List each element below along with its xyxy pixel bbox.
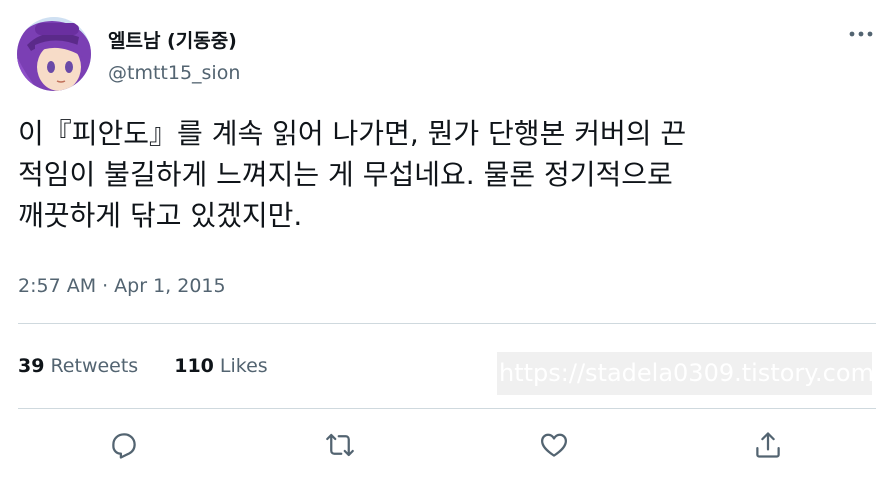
action-bar: [0, 425, 894, 469]
retweet-icon: [326, 433, 354, 457]
more-options-button[interactable]: [846, 24, 876, 44]
divider: [18, 323, 876, 324]
retweet-button[interactable]: [320, 425, 360, 465]
tweet-text-line: 적임이 불길하게 느껴지는 게 무섭네요. 물론 정기적으로: [18, 158, 673, 191]
tweet-text-line: 깨끗하게 닦고 있겠지만.: [18, 199, 303, 232]
tweet-timestamp[interactable]: 2:57 AM · Apr 1, 2015: [18, 275, 226, 297]
share-icon: [756, 432, 780, 458]
avatar[interactable]: [17, 17, 91, 91]
author-display-name[interactable]: 엘트남 (기동중): [108, 26, 237, 53]
anime-avatar-icon: [17, 17, 91, 91]
tweet-text-line: 이『피안도』를 계속 읽어 나가면, 뭔가 단행본 커버의 끈: [18, 117, 687, 150]
likes-stat[interactable]: 110 Likes: [174, 355, 267, 377]
likes-count: 110: [174, 355, 214, 377]
reply-icon: [112, 433, 136, 459]
share-button[interactable]: [748, 425, 788, 465]
likes-label: Likes: [219, 355, 268, 377]
meta-separator: ·: [102, 275, 109, 297]
watermark: https://stadela0309.tistory.com: [497, 352, 872, 395]
like-button[interactable]: [534, 425, 574, 465]
heart-icon: [541, 433, 567, 457]
author-handle[interactable]: @tmtt15_sion: [108, 62, 240, 84]
tweet-date: Apr 1, 2015: [114, 275, 226, 297]
tweet-time: 2:57 AM: [18, 275, 97, 297]
tweet-text: 이『피안도』를 계속 읽어 나가면, 뭔가 단행본 커버의 끈 적임이 불길하게…: [18, 113, 884, 236]
retweets-label: Retweets: [50, 355, 139, 377]
tweet-stats: 39 Retweets 110 Likes: [18, 355, 304, 377]
retweets-count: 39: [18, 355, 45, 377]
more-icon: [849, 31, 873, 37]
reply-button[interactable]: [104, 425, 144, 465]
retweets-stat[interactable]: 39 Retweets: [18, 355, 138, 377]
divider: [18, 408, 876, 409]
